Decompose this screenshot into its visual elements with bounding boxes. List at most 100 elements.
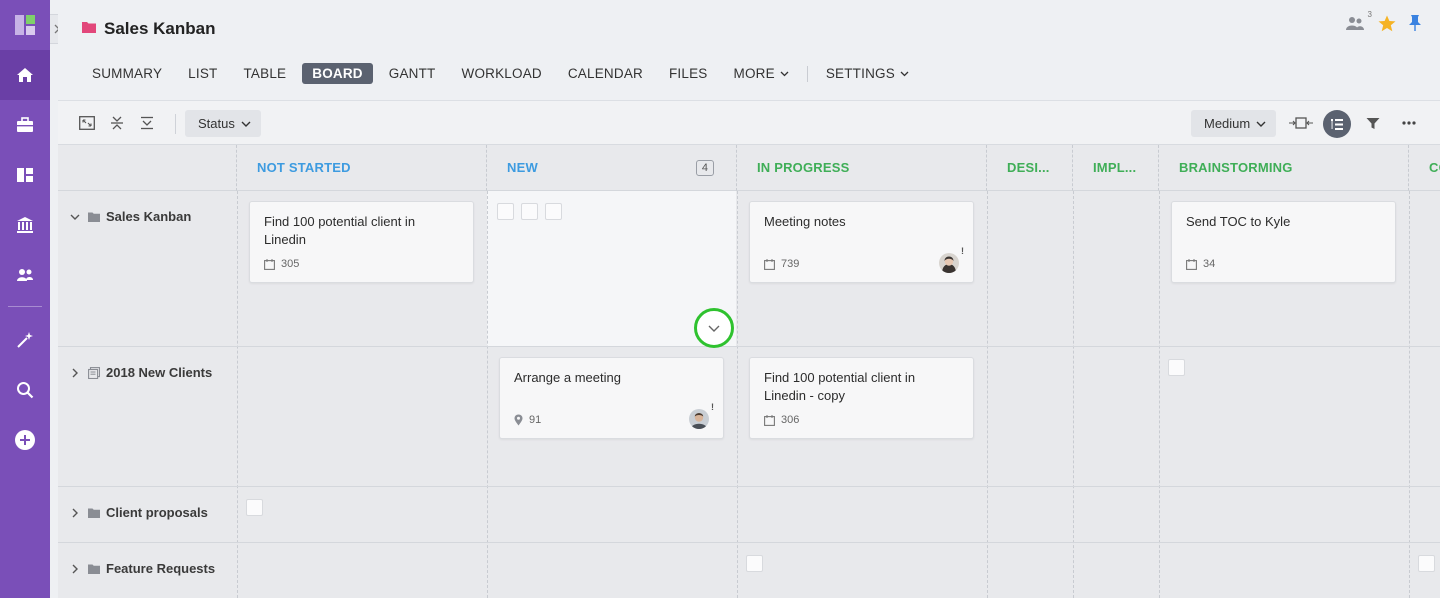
task-card[interactable]: Meeting notes 739 ! (749, 201, 974, 283)
task-card[interactable]: Arrange a meeting 91 ! (499, 357, 724, 439)
calendar-icon (264, 258, 275, 270)
card-title: Find 100 potential client in Linedin (264, 214, 416, 247)
logo-icon[interactable] (0, 0, 50, 50)
tab-board[interactable]: BOARD (302, 63, 373, 84)
tab-gantt[interactable]: GANTT (379, 63, 446, 84)
task-card[interactable]: Send TOC to Kyle 34 (1171, 201, 1396, 283)
tab-calendar[interactable]: CALENDAR (558, 63, 653, 84)
briefcase-icon[interactable] (0, 100, 50, 150)
folder-icon (82, 20, 96, 38)
group-by-dropdown[interactable]: Status (185, 110, 261, 137)
tab-more[interactable]: MORE (724, 63, 799, 84)
expand-rows-icon[interactable] (137, 114, 157, 132)
empty-card-placeholder[interactable] (545, 203, 562, 220)
collapse-rows-icon[interactable] (107, 114, 127, 132)
column-header-new[interactable]: NEW 4 (487, 145, 737, 191)
column-divider (987, 191, 988, 598)
folder-icon (88, 212, 100, 222)
tab-label: TABLE (243, 66, 287, 81)
chevron-down-icon (1256, 121, 1266, 127)
bank-icon[interactable] (0, 200, 50, 250)
empty-card-placeholder[interactable] (246, 499, 263, 516)
column-divider (1409, 191, 1410, 598)
column-header-not-started[interactable]: NOT STARTED (237, 145, 487, 191)
swimlane-feature-requests[interactable]: Feature Requests (58, 561, 236, 576)
tab-label: WORKLOAD (461, 66, 542, 81)
tab-label: MORE (733, 66, 775, 81)
card-size-dropdown[interactable]: Medium (1191, 110, 1277, 137)
tab-label: SETTINGS (825, 66, 895, 81)
fullscreen-icon[interactable] (77, 114, 97, 132)
tab-list[interactable]: LIST (178, 63, 227, 84)
empty-card-placeholder[interactable] (1168, 359, 1185, 376)
tab-files[interactable]: FILES (659, 63, 718, 84)
card-title: Find 100 potential client in Linedin - c… (764, 370, 916, 403)
swimlane-2018-new-clients[interactable]: 2018 New Clients (58, 365, 236, 380)
task-card[interactable]: Find 100 potential client in Linedin 305 (249, 201, 474, 283)
swimlane-sales-kanban[interactable]: Sales Kanban (58, 209, 236, 224)
column-header-in-progress[interactable]: IN PROGRESS (737, 145, 987, 191)
chevron-down-icon (780, 71, 789, 77)
empty-card-placeholder[interactable] (521, 203, 538, 220)
empty-card-placeholder[interactable] (746, 555, 763, 572)
avatar[interactable] (689, 409, 709, 429)
location-icon (514, 414, 523, 426)
column-divider (237, 191, 238, 598)
tab-label: SUMMARY (92, 66, 163, 81)
list-icon (88, 366, 100, 379)
sidebar (0, 0, 50, 598)
chevron-right-icon[interactable] (68, 564, 82, 574)
chevron-right-icon[interactable] (68, 368, 82, 378)
page-title: Sales Kanban (104, 19, 216, 38)
more-options-icon[interactable] (1399, 114, 1419, 132)
folder-icon (88, 564, 100, 574)
filter-icon[interactable] (1363, 114, 1383, 132)
empty-card-placeholder[interactable] (497, 203, 514, 220)
chevron-right-icon[interactable] (68, 508, 82, 518)
column-label: IMPL... (1093, 160, 1137, 175)
column-divider (1159, 191, 1160, 598)
add-icon[interactable] (0, 415, 50, 465)
card-meta: 305 (264, 258, 299, 270)
row-header-corner (58, 145, 237, 191)
tab-workload[interactable]: WORKLOAD (452, 63, 552, 84)
home-icon[interactable] (0, 50, 50, 100)
dashboard-icon[interactable] (0, 150, 50, 200)
card-meta: 91 (514, 414, 541, 426)
chevron-down-icon (900, 71, 909, 77)
column-header-complete[interactable]: CO (1409, 145, 1440, 191)
avatar[interactable] (939, 253, 959, 273)
expand-cell-button[interactable] (694, 308, 734, 348)
swimlane-label: Feature Requests (106, 561, 216, 576)
card-meta: 739 (764, 258, 799, 270)
tab-settings[interactable]: SETTINGS (816, 63, 919, 84)
member-count: 3 (1367, 10, 1372, 19)
empty-card-placeholder[interactable] (1418, 555, 1435, 572)
card-id: 34 (1203, 258, 1216, 270)
card-id: 739 (781, 258, 800, 270)
star-icon[interactable] (1378, 15, 1396, 32)
magic-wand-icon[interactable] (0, 315, 50, 365)
column-label: DESI... (1007, 160, 1050, 175)
card-title: Meeting notes (764, 214, 846, 229)
card-title: Send TOC to Kyle (1186, 214, 1291, 229)
header: Sales Kanban 3 SUMMARY LIST TABLE BOARD … (58, 0, 1440, 100)
chevron-down-icon[interactable] (68, 214, 82, 220)
column-header-brainstorming[interactable]: BRAINSTORMING (1159, 145, 1409, 191)
calendar-icon (764, 414, 775, 426)
people-icon[interactable] (0, 250, 50, 300)
tab-summary[interactable]: SUMMARY (82, 63, 172, 84)
column-label: CO (1429, 160, 1440, 175)
column-width-icon[interactable] (1288, 114, 1314, 132)
chevron-down-icon (241, 121, 251, 127)
column-header-design[interactable]: DESI... (987, 145, 1073, 191)
tab-table[interactable]: TABLE (233, 63, 296, 84)
header-actions: 3 (1346, 10, 1422, 32)
pin-icon[interactable] (1408, 14, 1422, 32)
swimlane-client-proposals[interactable]: Client proposals (58, 505, 236, 520)
column-header-implementation[interactable]: IMPL... (1073, 145, 1159, 191)
swimlanes-toggle-icon[interactable] (1323, 110, 1351, 138)
search-icon[interactable] (0, 365, 50, 415)
task-card[interactable]: Find 100 potential client in Linedin - c… (749, 357, 974, 439)
people-icon[interactable]: 3 (1346, 10, 1372, 31)
